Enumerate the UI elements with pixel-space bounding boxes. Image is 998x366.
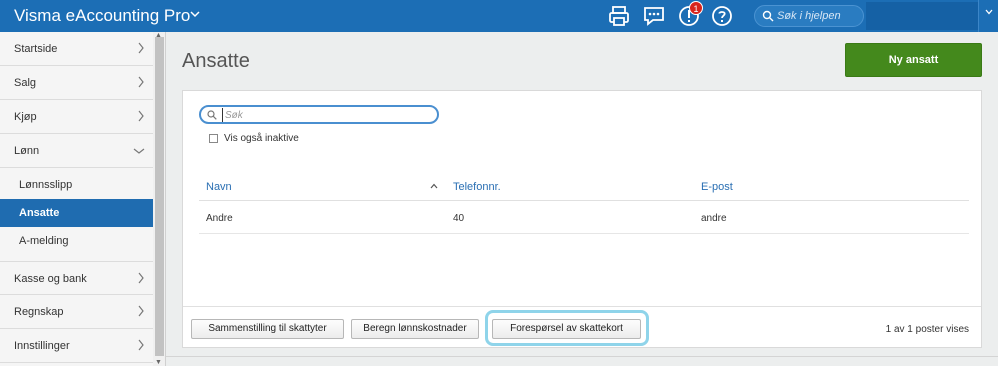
help-search[interactable] bbox=[754, 5, 864, 27]
chevron-down-icon bbox=[133, 148, 145, 154]
sidebar-item-kjop[interactable]: Kjøp bbox=[0, 100, 153, 134]
help-search-input[interactable] bbox=[777, 8, 861, 24]
chevron-right-icon bbox=[138, 305, 144, 317]
sidebar-item-a-melding[interactable]: A-melding bbox=[0, 227, 153, 255]
sidebar-item-startside[interactable]: Startside bbox=[0, 32, 153, 66]
employee-search[interactable] bbox=[199, 105, 439, 124]
summary-taxpayer-button[interactable]: Sammenstilling til skattyter bbox=[191, 319, 344, 339]
page-title: Ansatte bbox=[182, 50, 250, 72]
bottom-divider bbox=[166, 356, 998, 357]
sidebar-item-label: Kasse og bank bbox=[14, 273, 87, 285]
company-selector-dropdown[interactable] bbox=[978, 0, 998, 32]
chevron-right-icon bbox=[138, 42, 144, 54]
sidebar-item-label: Lønnsslipp bbox=[19, 179, 73, 191]
chevron-right-icon bbox=[138, 272, 144, 284]
card-footer: Sammenstilling til skattyter Beregn lønn… bbox=[183, 306, 981, 348]
company-selector[interactable] bbox=[866, 2, 978, 30]
search-icon bbox=[207, 110, 217, 120]
sort-ascending-icon[interactable] bbox=[430, 183, 438, 189]
employee-list-card: Vis også inaktive Navn Telefonnr. E-post… bbox=[182, 90, 982, 348]
cell-phone: 40 bbox=[453, 213, 465, 224]
sidebar-item-regnskap[interactable]: Regnskap bbox=[0, 295, 153, 329]
help-icon[interactable] bbox=[710, 4, 734, 28]
record-count: 1 av 1 poster vises bbox=[885, 324, 969, 335]
scroll-down-arrow-icon[interactable]: ▼ bbox=[155, 359, 162, 366]
row-divider bbox=[199, 233, 969, 234]
chevron-right-icon bbox=[138, 76, 144, 88]
chevron-right-icon bbox=[138, 110, 144, 122]
notification-badge: 1 bbox=[689, 1, 703, 15]
app-title[interactable]: Visma eAccounting Pro bbox=[14, 6, 190, 26]
top-bar: Visma eAccounting Pro 1 bbox=[0, 0, 998, 32]
column-header-name[interactable]: Navn bbox=[206, 181, 232, 193]
sidebar-item-label: Regnskap bbox=[14, 306, 64, 318]
new-employee-button[interactable]: Ny ansatt bbox=[845, 43, 982, 77]
sidebar-item-lonnsslipp[interactable]: Lønnsslipp bbox=[0, 171, 153, 199]
sidebar-scrollbar[interactable]: ▲ ▼ bbox=[153, 32, 165, 366]
search-input[interactable] bbox=[222, 108, 432, 122]
sidebar-item-label: A-melding bbox=[19, 235, 69, 247]
print-icon[interactable] bbox=[607, 4, 631, 28]
cell-name[interactable]: Andre bbox=[206, 213, 233, 224]
sidebar-item-label: Startside bbox=[14, 43, 58, 55]
calculate-payroll-costs-button[interactable]: Beregn lønnskostnader bbox=[351, 319, 479, 339]
request-tax-card-button[interactable]: Forespørsel av skattekort bbox=[492, 319, 641, 339]
show-inactive-label[interactable]: Vis også inaktive bbox=[224, 133, 299, 144]
sidebar-item-kasse-og-bank[interactable]: Kasse og bank bbox=[0, 261, 153, 295]
search-icon bbox=[762, 10, 774, 22]
sidebar-item-ansatte[interactable]: Ansatte bbox=[0, 199, 153, 227]
sidebar-item-label: Kjøp bbox=[14, 111, 37, 123]
column-header-email[interactable]: E-post bbox=[701, 181, 733, 193]
sidebar-item-label: Ansatte bbox=[19, 207, 60, 219]
app-menu-chevron-icon[interactable] bbox=[190, 8, 200, 22]
chat-icon[interactable] bbox=[642, 4, 666, 28]
sidebar-item-innstillinger[interactable]: Innstillinger bbox=[0, 329, 153, 363]
sidebar-item-salg[interactable]: Salg bbox=[0, 66, 153, 100]
sidebar-scrollbar-thumb[interactable] bbox=[155, 37, 164, 356]
sidebar-item-label: Innstillinger bbox=[14, 340, 70, 352]
sidebar-item-label: Salg bbox=[14, 77, 37, 89]
sidebar: Startside Salg Kjøp Lønn Lønnsslipp Ansa… bbox=[0, 32, 166, 366]
cell-email: andre bbox=[701, 213, 727, 224]
show-inactive-checkbox[interactable] bbox=[209, 134, 218, 143]
chevron-down-icon bbox=[985, 8, 993, 18]
column-header-phone[interactable]: Telefonnr. bbox=[453, 181, 501, 193]
sidebar-item-label: Lønn bbox=[14, 145, 40, 157]
sidebar-item-lonn[interactable]: Lønn bbox=[0, 134, 153, 168]
chevron-right-icon bbox=[138, 339, 144, 351]
header-divider bbox=[199, 200, 969, 201]
